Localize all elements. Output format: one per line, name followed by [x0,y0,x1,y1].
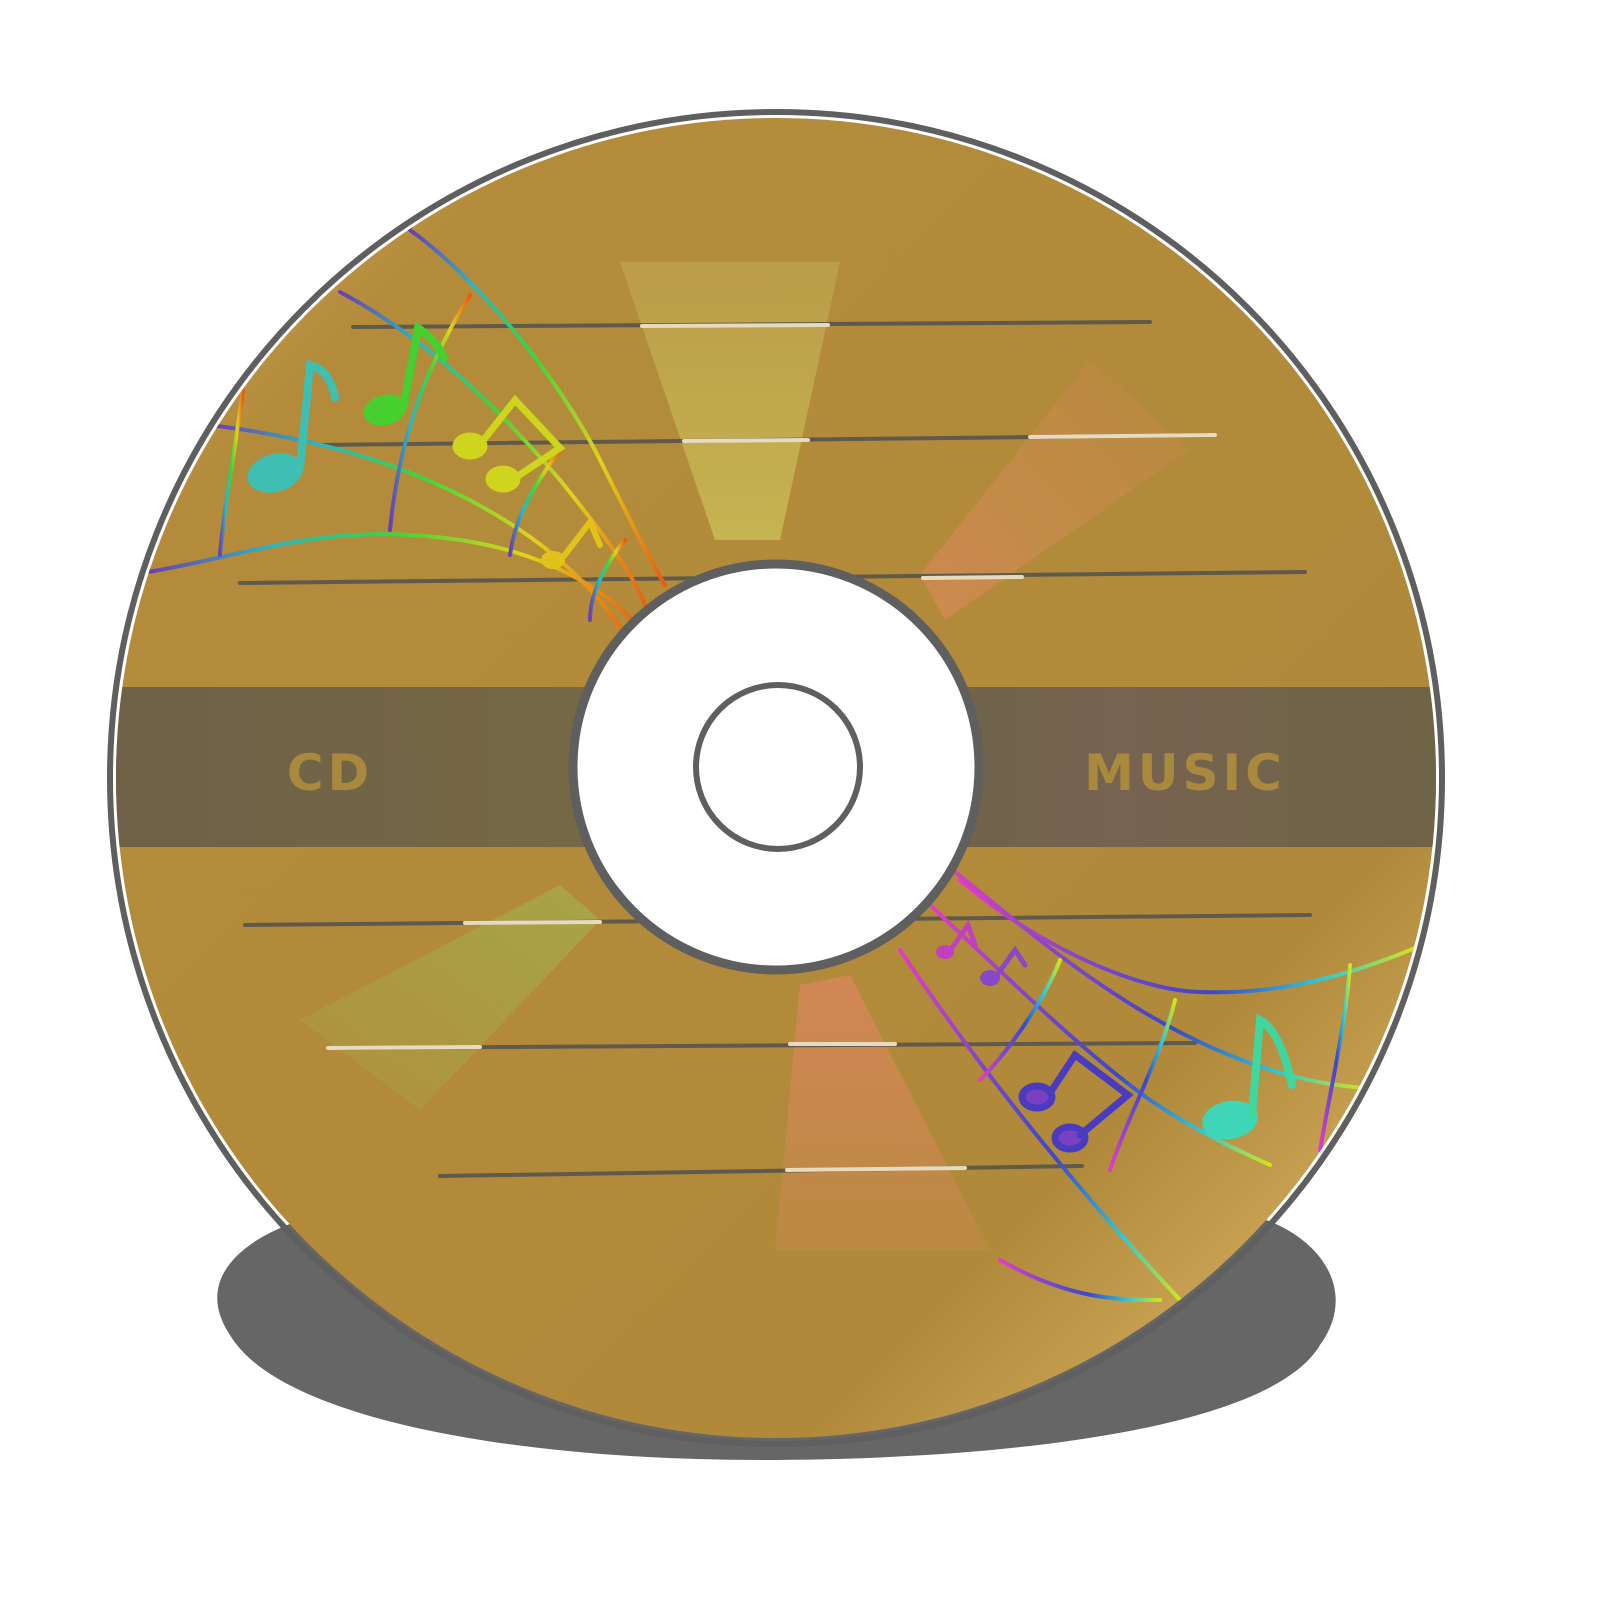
disc-label-left: CD [287,744,373,802]
disc-spindle-hole [693,682,863,852]
cd-illustration: CD MUSIC [107,109,1445,1460]
disc-label-right: MUSIC [1084,744,1286,802]
